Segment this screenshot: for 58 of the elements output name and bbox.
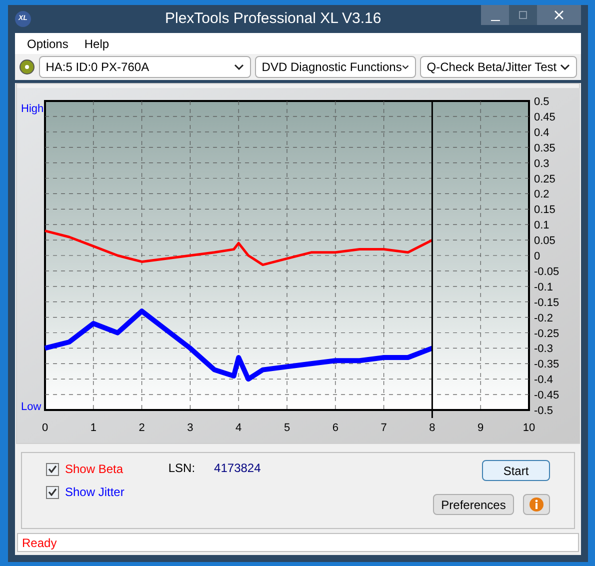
checkbox[interactable] (46, 486, 59, 498)
lsn-label: LSN: (168, 460, 196, 477)
y-tick-label: 0.4 (534, 126, 550, 139)
x-tick-label: 4 (236, 422, 242, 434)
y-tick-label: -0.45 (534, 390, 560, 402)
chevron-down-icon (234, 64, 244, 70)
lsn-value: 4173824 (214, 460, 261, 477)
y-tick-label: 0.2 (534, 188, 550, 201)
high-label: High (21, 103, 44, 115)
y-tick-label: -0.2 (534, 312, 553, 324)
close-button[interactable] (537, 5, 581, 25)
start-button[interactable]: Start (482, 460, 550, 481)
x-tick-label: 5 (284, 422, 290, 434)
y-tick-label: -0.4 (534, 374, 553, 386)
y-tick-label: 0.15 (534, 204, 556, 216)
x-tick-label: 2 (138, 422, 145, 434)
info-icon (529, 497, 544, 512)
info-button[interactable] (523, 494, 550, 515)
y-tick-label: 0 (534, 250, 540, 262)
x-tick-label: 9 (478, 422, 484, 434)
y-tick-label: -0.3 (534, 343, 553, 356)
checkbox[interactable] (46, 462, 59, 476)
y-tick-label: 0.35 (534, 142, 556, 154)
preferences-button[interactable]: Preferences (433, 494, 514, 515)
y-tick-label: -0.35 (534, 358, 560, 371)
low-label: Low (21, 401, 42, 413)
y-tick-label: -0.05 (534, 266, 560, 278)
checkbox-label: Show Jitter (65, 484, 124, 501)
chevron-down-icon (402, 64, 409, 70)
y-tick-label: 0.05 (534, 235, 556, 248)
dropdown[interactable]: Q-Check Beta/Jitter Test (420, 56, 577, 78)
close-icon (554, 10, 564, 20)
x-tick-label: 8 (429, 422, 436, 434)
window-title: PlexTools Professional XL V3.16 (165, 8, 382, 29)
x-tick-label: 10 (522, 422, 536, 434)
x-tick-label: 0 (42, 422, 48, 434)
y-tick-label: -0.25 (534, 328, 560, 340)
x-tick-label: 3 (187, 422, 194, 434)
y-tick-label: 0.25 (534, 173, 556, 186)
y-tick-label: 0.5 (534, 96, 550, 108)
maximize-button[interactable] (509, 5, 537, 25)
checkbox-label: Show Beta (65, 461, 124, 478)
y-tick-label: -0.1 (534, 281, 553, 294)
dropdown[interactable]: HA:5 ID:0 PX-760A (38, 56, 251, 78)
menu-item[interactable]: Options (27, 34, 68, 52)
y-tick-label: 0.1 (534, 220, 550, 232)
y-tick-label: 0.45 (534, 111, 556, 124)
y-tick-label: -0.5 (534, 405, 553, 417)
menu-item[interactable]: Help (84, 34, 110, 52)
dropdown[interactable]: DVD Diagnostic Functions (254, 56, 416, 78)
x-tick-label: 6 (332, 422, 338, 434)
y-tick-label: 0.3 (534, 158, 550, 170)
disc-icon (19, 59, 35, 75)
chevron-down-icon (560, 64, 570, 70)
status-text: Ready (22, 534, 57, 552)
y-tick-label: -0.15 (534, 296, 560, 309)
x-tick-label: 1 (90, 422, 96, 434)
x-tick-label: 7 (380, 422, 387, 434)
